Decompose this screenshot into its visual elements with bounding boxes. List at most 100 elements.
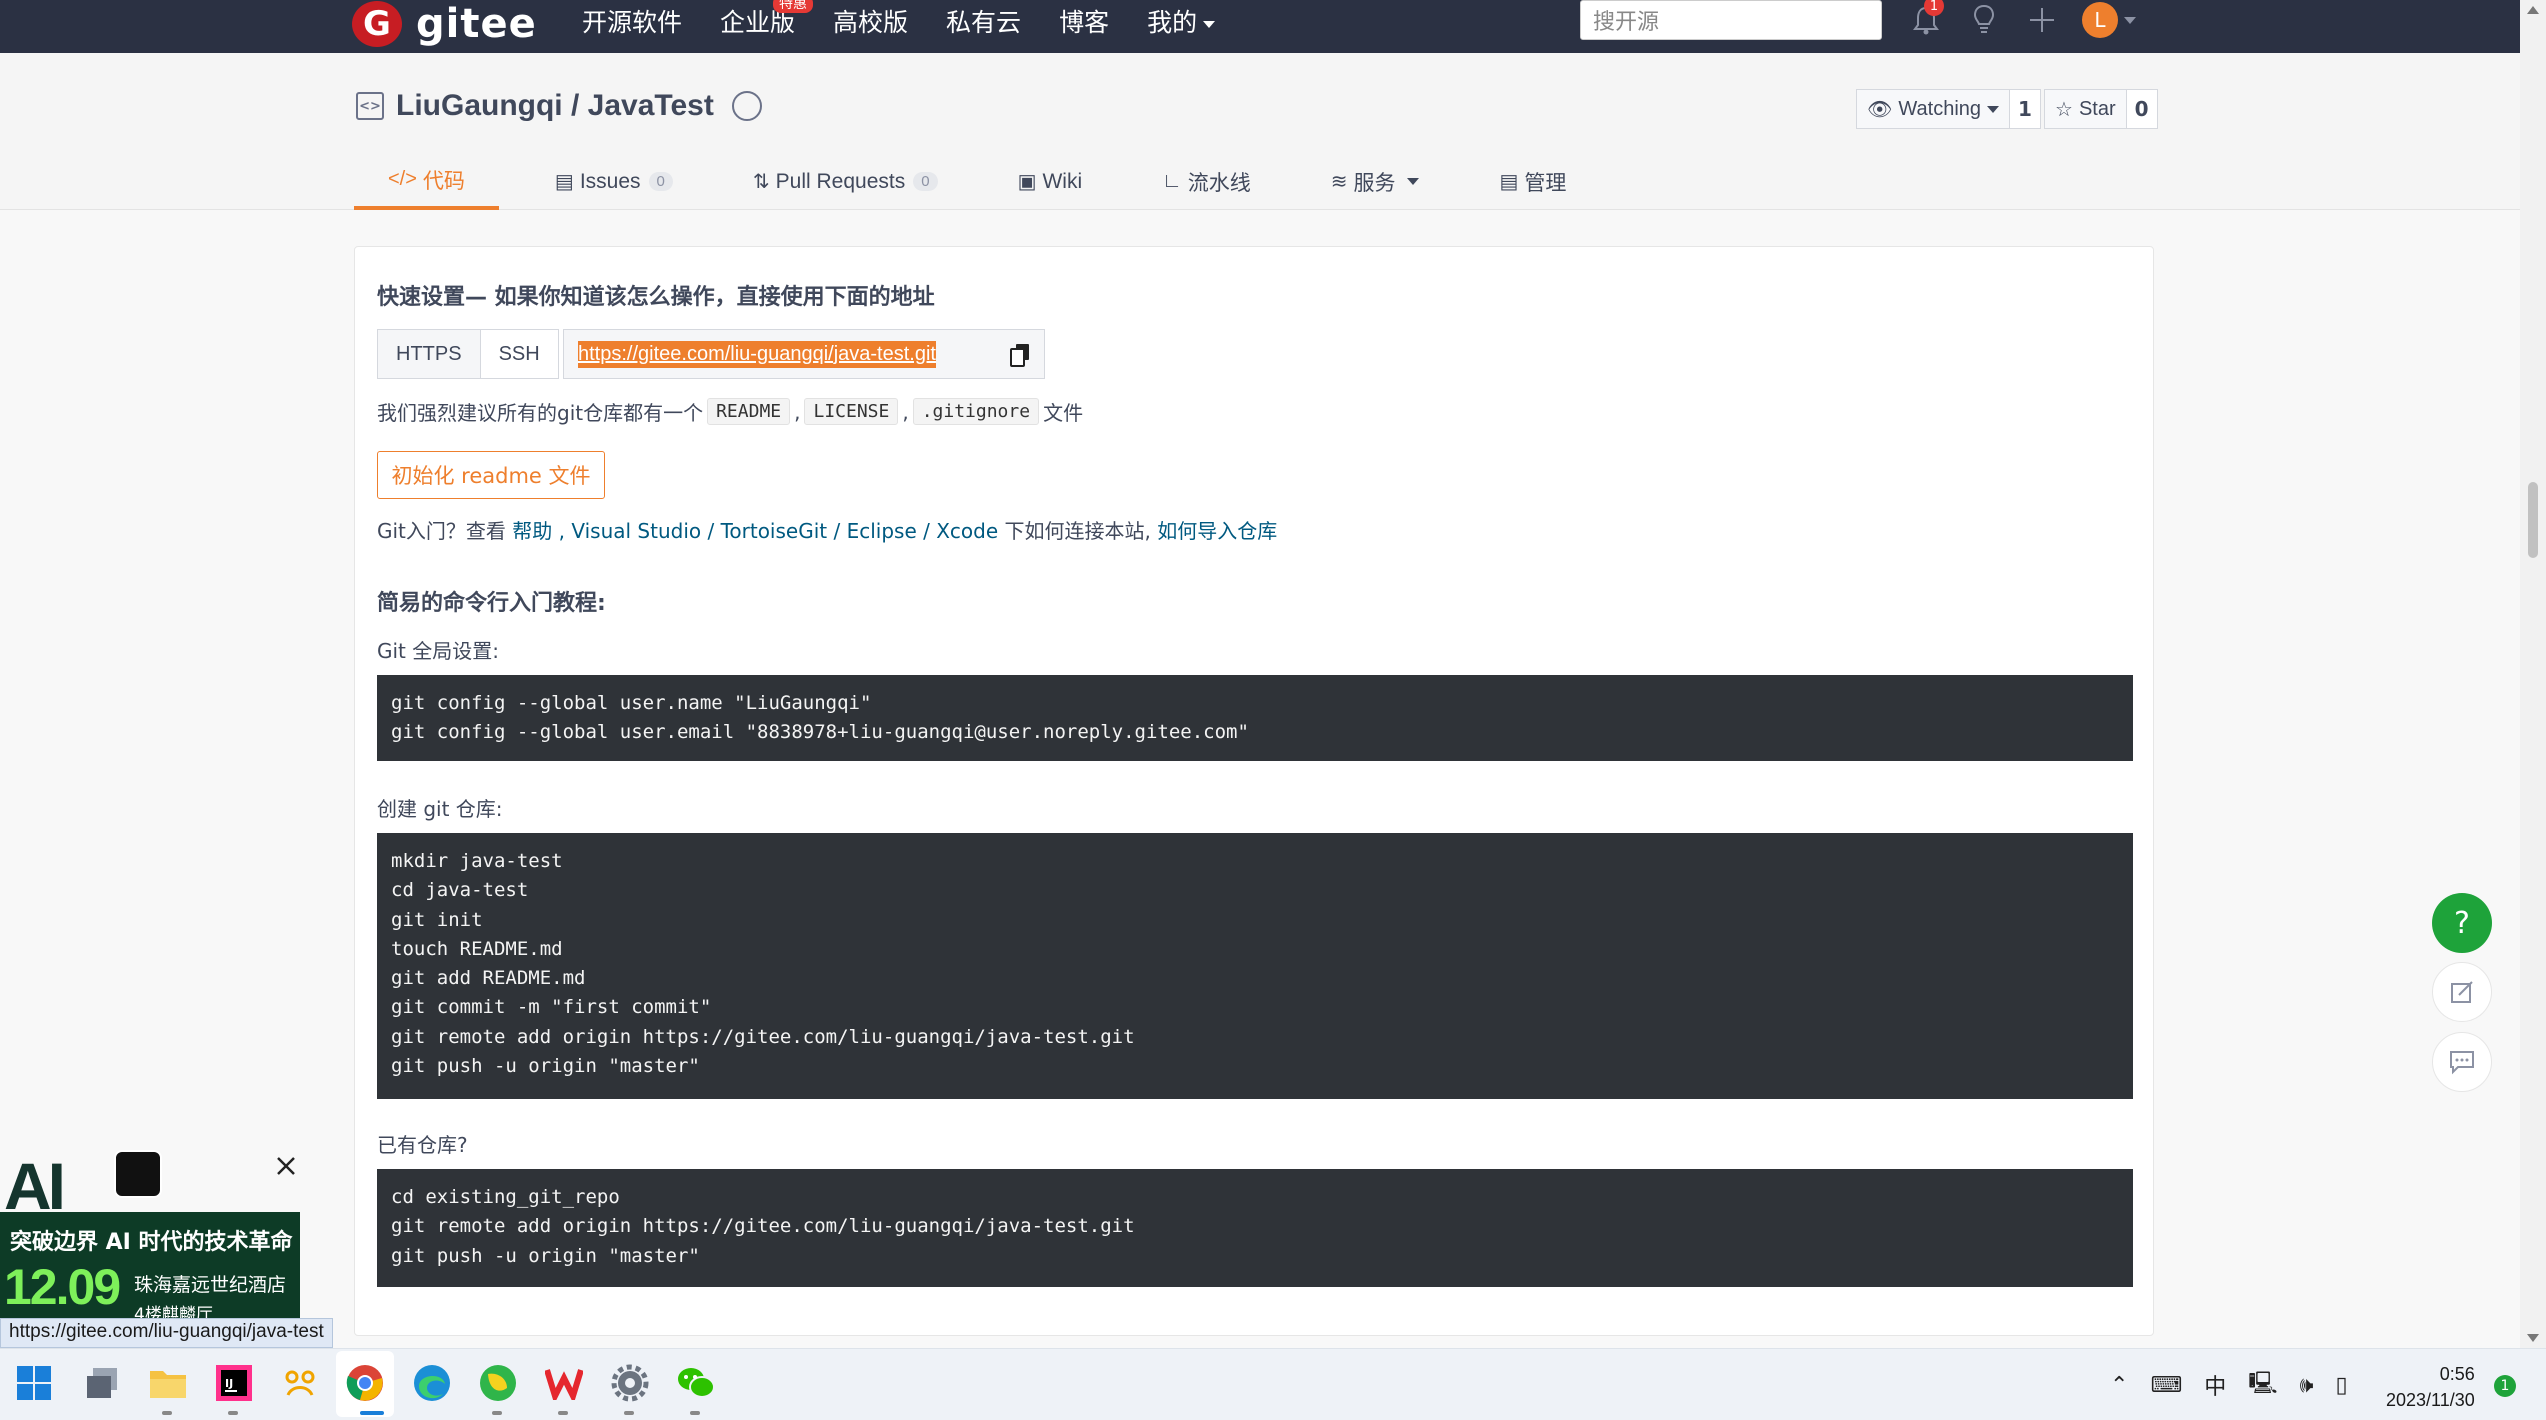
network-icon[interactable]: 🖳 bbox=[2248, 1366, 2277, 1404]
notification-badge[interactable]: 1 bbox=[2494, 1375, 2516, 1397]
settings-gear-icon[interactable] bbox=[608, 1361, 652, 1405]
repo-header: <> LiuGaungqi / JavaTest 👁 Watching 1 ☆ … bbox=[0, 53, 2520, 210]
repo-title-text[interactable]: LiuGaungqi / JavaTest bbox=[396, 89, 714, 123]
init-readme-button[interactable]: 初始化 readme 文件 bbox=[377, 451, 605, 499]
quick-setup-panel: 快速设置— 如果你知道该怎么操作，直接使用下面的地址 HTTPS SSH htt… bbox=[354, 246, 2154, 1336]
running-indicator bbox=[624, 1411, 634, 1415]
nav-blog[interactable]: 博客 bbox=[1059, 3, 1109, 39]
help-link[interactable]: 帮助 bbox=[512, 519, 552, 543]
badge-icon[interactable] bbox=[731, 91, 762, 121]
import-repo-link[interactable]: 如何导入仓库 bbox=[1157, 519, 1277, 543]
star-button[interactable]: ☆ Star bbox=[2044, 89, 2127, 129]
wechat-icon[interactable] bbox=[674, 1361, 718, 1405]
tab-pull-requests[interactable]: ⇅ Pull Requests 0 bbox=[729, 153, 962, 210]
plus-icon[interactable] bbox=[2024, 2, 2060, 38]
battery-icon[interactable]: ▯ bbox=[2335, 1373, 2347, 1398]
watch-button[interactable]: 👁 Watching bbox=[1856, 89, 2011, 129]
edge-icon[interactable] bbox=[410, 1361, 454, 1405]
https-button[interactable]: HTTPS bbox=[377, 329, 481, 379]
xcode-link[interactable]: Xcode bbox=[936, 519, 998, 543]
system-tray: ⌃ ⌨ 中 🖳 🕪 ▯ bbox=[2110, 1349, 2370, 1420]
watch-group: 👁 Watching 1 bbox=[1856, 89, 2041, 129]
copy-icon[interactable] bbox=[1010, 343, 1030, 367]
main-nav: 开源软件 企业版 特惠 高校版 私有云 博客 我的 bbox=[582, 0, 1253, 42]
close-icon[interactable] bbox=[274, 1154, 298, 1178]
repo-tabs: </> 代码 ▤ Issues 0 ⇅ Pull Requests 0 ▣ Wi… bbox=[354, 153, 1622, 210]
file-explorer-icon[interactable] bbox=[146, 1361, 190, 1405]
watch-count[interactable]: 1 bbox=[2010, 89, 2041, 129]
chevron-up-icon[interactable]: ⌃ bbox=[2110, 1373, 2128, 1398]
avatar[interactable]: L bbox=[2082, 2, 2118, 38]
code-line: git commit -m "first commit" bbox=[391, 996, 712, 1019]
ad-logo: AI bbox=[4, 1149, 66, 1223]
create-code-block[interactable]: mkdir java-test cd java-test git init to… bbox=[377, 833, 2133, 1099]
global-code-block[interactable]: git config --global user.name "LiuGaungq… bbox=[377, 675, 2133, 761]
code-line: git config --global user.email "8838978+… bbox=[391, 721, 1249, 744]
nav-open-source[interactable]: 开源软件 bbox=[582, 3, 682, 39]
page-scrollbar[interactable] bbox=[2520, 0, 2546, 1348]
recommend-text: 我们强烈建议所有的git仓库都有一个 README , LICENSE , .g… bbox=[377, 398, 1084, 425]
nav-enterprise[interactable]: 企业版 特惠 bbox=[720, 0, 814, 39]
tortoisegit-link[interactable]: TortoiseGit bbox=[721, 519, 828, 543]
pr-count: 0 bbox=[913, 172, 938, 191]
chevron-down-icon bbox=[1203, 20, 1216, 28]
tab-pipeline[interactable]: ∟ 流水线 bbox=[1138, 153, 1275, 210]
ad-headline: 突破边界 AI 时代的技术革命 bbox=[10, 1230, 293, 1255]
code-line: git remote add origin https://gitee.com/… bbox=[391, 1215, 1135, 1238]
nav-mine[interactable]: 我的 bbox=[1147, 3, 1216, 39]
active-indicator bbox=[360, 1411, 384, 1415]
tab-wiki[interactable]: ▣ Wiki bbox=[994, 153, 1107, 210]
status-url-tooltip: https://gitee.com/liu-guangqi/java-test bbox=[0, 1318, 333, 1348]
chrome-icon[interactable] bbox=[343, 1361, 387, 1405]
ad-banner[interactable]: AI 突破边界 AI 时代的技术革命 12.09 珠海嘉远世纪酒店 4楼麒麟厅 bbox=[0, 1148, 300, 1320]
top-navbar: G gitee 开源软件 企业版 特惠 高校版 私有云 博客 我的 搜开源 1 L bbox=[0, 0, 2520, 53]
existing-repo-label: 已有仓库? bbox=[377, 1133, 468, 1157]
clock[interactable]: 0:56 2023/11/30 bbox=[2386, 1361, 2475, 1413]
clock-time: 0:56 bbox=[2439, 1364, 2475, 1384]
code-line: git push -u origin "master" bbox=[391, 1244, 700, 1267]
hot-badge: 特惠 bbox=[773, 0, 814, 13]
tab-issues[interactable]: ▤ Issues 0 bbox=[531, 153, 697, 210]
help-button[interactable]: ? bbox=[2432, 893, 2492, 953]
visual-studio-link[interactable]: Visual Studio bbox=[571, 519, 701, 543]
baidu-netdisk-icon[interactable] bbox=[278, 1361, 322, 1405]
clone-url-text[interactable]: https://gitee.com/liu-guangqi/java-test.… bbox=[578, 340, 936, 368]
tab-service[interactable]: ≋ 服务 bbox=[1307, 153, 1444, 210]
lightbulb-icon[interactable] bbox=[1966, 2, 2002, 38]
star-count[interactable]: 0 bbox=[2126, 89, 2158, 129]
git-intro: Git入门？查看 帮助 , Visual Studio / TortoiseGi… bbox=[377, 519, 1278, 543]
wps-office-icon[interactable] bbox=[542, 1361, 586, 1405]
volume-icon[interactable]: 🕪 bbox=[2300, 1373, 2314, 1398]
repo-title: <> LiuGaungqi / JavaTest bbox=[356, 89, 762, 123]
chevron-down-icon[interactable] bbox=[2124, 16, 2136, 24]
chat-button[interactable] bbox=[2432, 1032, 2492, 1092]
protocol-switch: HTTPS SSH bbox=[377, 329, 559, 379]
search-input[interactable]: 搜开源 bbox=[1580, 0, 1882, 40]
scroll-up-arrow-icon[interactable] bbox=[2527, 6, 2539, 14]
tab-code[interactable]: </> 代码 bbox=[354, 153, 499, 210]
eye-icon: 👁 bbox=[1867, 98, 1893, 121]
notification-badge: 1 bbox=[1924, 0, 1944, 16]
scroll-thumb[interactable] bbox=[2528, 482, 2538, 558]
ssh-button[interactable]: SSH bbox=[480, 329, 559, 379]
nav-education[interactable]: 高校版 bbox=[833, 3, 908, 39]
nav-private-cloud[interactable]: 私有云 bbox=[946, 3, 1021, 39]
tab-label: Issues bbox=[579, 169, 641, 193]
keyboard-icon[interactable]: ⌨ bbox=[2150, 1373, 2182, 1398]
gitee-logo[interactable]: G gitee bbox=[352, 0, 537, 48]
clone-url-field[interactable]: https://gitee.com/liu-guangqi/java-test.… bbox=[563, 329, 1045, 379]
existing-code-block[interactable]: cd existing_git_repo git remote add orig… bbox=[377, 1169, 2133, 1287]
feedback-edit-button[interactable] bbox=[2432, 962, 2492, 1022]
ime-indicator[interactable]: 中 bbox=[2204, 1369, 2226, 1401]
tab-label: Pull Requests bbox=[775, 169, 906, 193]
eclipse-link[interactable]: Eclipse bbox=[847, 519, 917, 543]
windows-start-icon[interactable] bbox=[12, 1361, 56, 1405]
task-view-icon[interactable] bbox=[80, 1361, 124, 1405]
tab-manage[interactable]: ▤ 管理 bbox=[1475, 153, 1590, 210]
green-app-icon[interactable] bbox=[476, 1361, 520, 1405]
bell-icon[interactable]: 1 bbox=[1908, 0, 1944, 38]
chevron-down-icon bbox=[1407, 178, 1420, 185]
scroll-down-arrow-icon[interactable] bbox=[2527, 1334, 2539, 1342]
intellij-idea-icon[interactable]: IJ bbox=[212, 1361, 256, 1405]
running-indicator bbox=[162, 1411, 172, 1415]
